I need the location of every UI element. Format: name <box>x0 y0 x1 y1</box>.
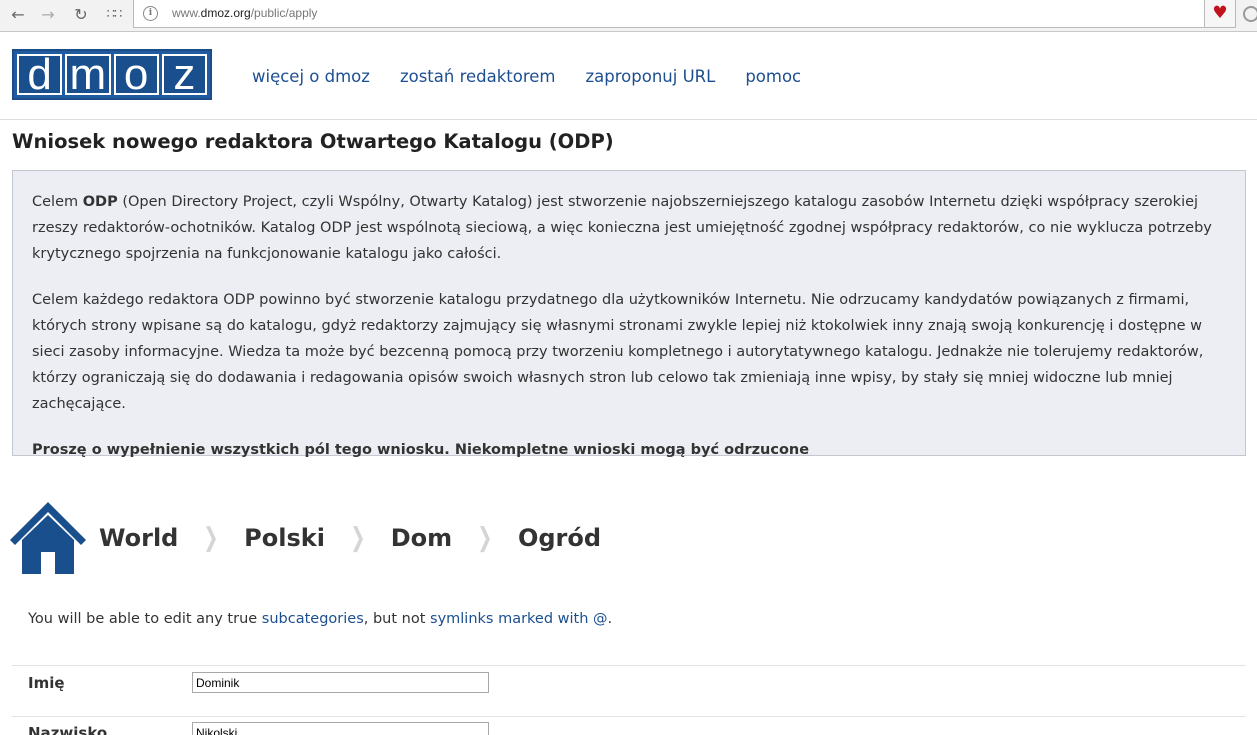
nav-link-help[interactable]: pomoc <box>745 67 801 86</box>
last-name-label: Nazwisko <box>28 724 108 735</box>
chevron-right-icon: ❯ <box>203 523 219 553</box>
arrow-left-icon[interactable]: ← <box>7 4 29 26</box>
nav-link-become-editor[interactable]: zostań redaktorem <box>400 67 556 86</box>
browser-toolbar: ← → ↻ ∷∷ i www.dmoz.org/public/apply ♥ <box>0 0 1257 32</box>
home-icon[interactable] <box>10 500 86 576</box>
subcategories-link[interactable]: subcategories <box>262 611 364 627</box>
required-fields-notice: Proszę o wypełnienie wszystkich pól tego… <box>32 442 810 458</box>
first-name-field[interactable] <box>192 672 489 693</box>
page-title: Wniosek nowego redaktora Otwartego Katal… <box>12 130 614 153</box>
apps-grid-icon[interactable]: ∷∷ <box>103 4 125 26</box>
logo-letter: z <box>161 53 207 97</box>
chevron-right-icon: ❯ <box>477 523 493 553</box>
chevron-right-icon: ❯ <box>350 523 366 553</box>
extension-icon[interactable] <box>1243 6 1257 22</box>
site-info-icon[interactable]: i <box>143 6 158 21</box>
nav-link-about[interactable]: więcej o dmoz <box>252 67 370 86</box>
heart-icon[interactable]: ♥ <box>1204 0 1236 28</box>
breadcrumb-item[interactable]: World <box>99 524 178 552</box>
breadcrumb-item[interactable]: Polski <box>244 524 325 552</box>
nav-link-suggest-url[interactable]: zaproponuj URL <box>586 67 716 86</box>
logo-letter: m <box>65 53 111 97</box>
address-bar[interactable]: i www.dmoz.org/public/apply <box>133 0 1205 28</box>
arrow-right-icon[interactable]: → <box>37 4 59 26</box>
intro-box: Celem ODP (Open Directory Project, czyli… <box>12 170 1246 458</box>
intro-paragraph: Celem każdego redaktora ODP powinno być … <box>32 292 1204 412</box>
site-header: d m o z więcej o dmoz zostań redaktorem … <box>0 33 1257 120</box>
url-text[interactable]: www.dmoz.org/public/apply <box>172 6 317 20</box>
edit-scope-note: You will be able to edit any true subcat… <box>28 611 613 627</box>
reload-icon[interactable]: ↻ <box>70 4 92 26</box>
form-divider <box>12 665 1246 666</box>
dmoz-logo[interactable]: d m o z <box>12 49 212 100</box>
logo-letter: o <box>113 53 159 97</box>
breadcrumb-item[interactable]: Dom <box>391 524 452 552</box>
form-divider <box>12 716 1246 717</box>
breadcrumb-item-current: Ogród <box>517 524 602 552</box>
top-navigation: więcej o dmoz zostań redaktorem zapropon… <box>252 67 801 86</box>
last-name-field[interactable] <box>192 722 489 735</box>
breadcrumb: World ❯ Polski ❯ Dom ❯ Ogród <box>10 500 601 576</box>
intro-paragraph: Celem ODP (Open Directory Project, czyli… <box>32 194 1212 262</box>
symlinks-link[interactable]: symlinks marked with @ <box>430 611 608 627</box>
logo-letter: d <box>17 53 63 97</box>
first-name-label: Imię <box>28 674 65 692</box>
